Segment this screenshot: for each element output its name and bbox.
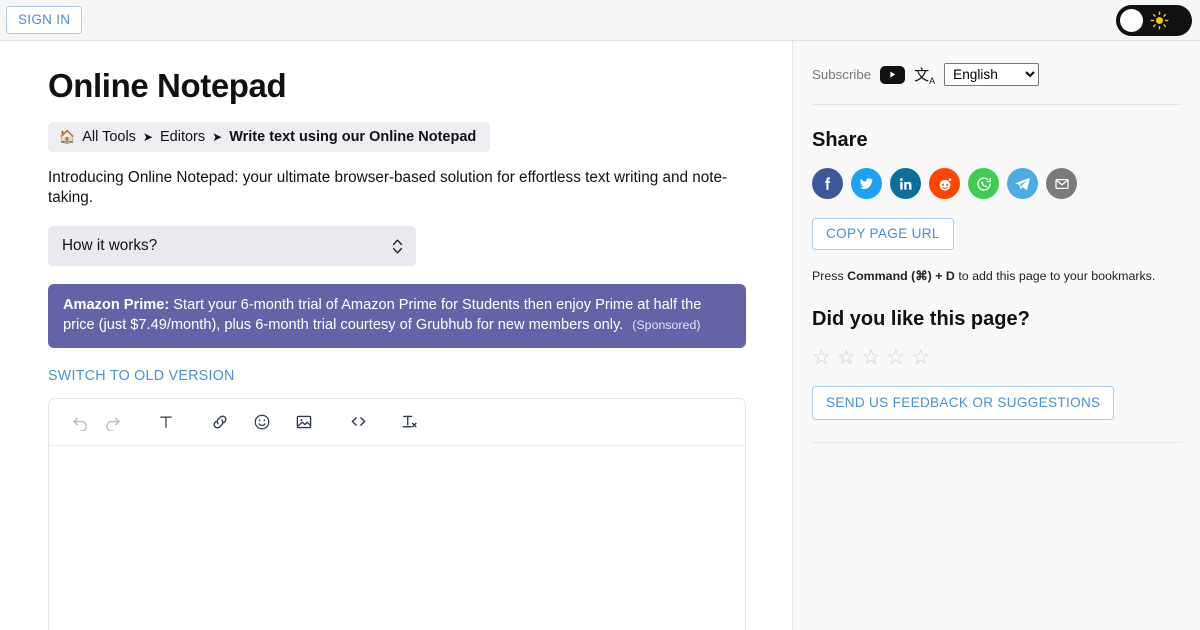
undo-icon[interactable] (64, 406, 96, 438)
notepad-editor (48, 398, 746, 630)
sidebar: Subscribe 文A English Share (792, 41, 1200, 630)
share-buttons (812, 168, 1200, 199)
how-it-works-dropdown[interactable]: How it works? (48, 226, 416, 266)
text-format-icon[interactable] (150, 406, 182, 438)
toggle-knob (1120, 9, 1143, 32)
share-reddit-icon[interactable] (929, 168, 960, 199)
send-feedback-button[interactable]: SEND US FEEDBACK OR SUGGESTIONS (812, 386, 1114, 420)
share-heading: Share (812, 129, 1200, 152)
emoji-icon[interactable] (246, 406, 278, 438)
chevron-up-down-icon (392, 238, 403, 255)
bookmark-hint: Press Command (⌘) + D to add this page t… (812, 268, 1200, 283)
subscribe-row: Subscribe 文A English (812, 63, 1200, 86)
sidebar-divider (812, 104, 1182, 105)
link-icon[interactable] (204, 406, 236, 438)
page-layout: Online Notepad 🏠 All Tools ➤ Editors ➤ W… (0, 41, 1200, 630)
breadcrumb-item-all-tools[interactable]: All Tools (82, 129, 136, 145)
share-whatsapp-icon[interactable] (968, 168, 999, 199)
bookmark-hint-prefix: Press (812, 269, 847, 283)
breadcrumb-item-editors[interactable]: Editors (160, 129, 205, 145)
translate-icon[interactable]: 文A (914, 64, 935, 86)
rating-heading: Did you like this page? (812, 308, 1200, 331)
clear-formatting-icon[interactable] (392, 406, 424, 438)
editor-textarea[interactable] (49, 446, 745, 630)
rating-star-4[interactable]: ☆ (886, 347, 905, 368)
image-icon[interactable] (288, 406, 320, 438)
breadcrumb-item-current: Write text using our Online Notepad (229, 129, 476, 145)
rating-star-1[interactable]: ☆ (812, 347, 831, 368)
sidebar-divider-bottom (812, 442, 1182, 443)
language-select[interactable]: English (944, 63, 1039, 86)
share-telegram-icon[interactable] (1007, 168, 1038, 199)
share-linkedin-icon[interactable] (890, 168, 921, 199)
light-mode-toggle[interactable] (1116, 5, 1192, 36)
share-twitter-icon[interactable] (851, 168, 882, 199)
sun-icon (1150, 11, 1169, 30)
bookmark-hint-suffix: to add this page to your bookmarks. (955, 269, 1155, 283)
rating-star-3[interactable]: ☆ (862, 347, 881, 368)
rating-star-2[interactable]: ☆ (837, 347, 856, 368)
sponsored-ad-banner[interactable]: Amazon Prime: Start your 6-month trial o… (48, 284, 746, 348)
ad-brand: Amazon Prime: (63, 297, 169, 313)
youtube-icon[interactable] (880, 66, 905, 84)
breadcrumb-separator-icon: ➤ (212, 130, 222, 144)
share-facebook-icon[interactable] (812, 168, 843, 199)
rating-stars: ☆ ☆ ☆ ☆ ☆ (812, 347, 1200, 368)
sign-in-button[interactable]: SIGN IN (6, 6, 82, 34)
main-content: Online Notepad 🏠 All Tools ➤ Editors ➤ W… (0, 41, 792, 630)
home-icon[interactable]: 🏠 (59, 129, 75, 145)
code-icon[interactable] (342, 406, 374, 438)
ad-sponsored-label: (Sponsored) (632, 318, 700, 332)
editor-toolbar (49, 399, 745, 446)
top-bar: SIGN IN (0, 0, 1200, 41)
breadcrumb: 🏠 All Tools ➤ Editors ➤ Write text using… (48, 122, 490, 152)
subscribe-label: Subscribe (812, 67, 871, 82)
share-email-icon[interactable] (1046, 168, 1077, 199)
intro-text: Introducing Online Notepad: your ultimat… (48, 168, 744, 207)
rating-star-5[interactable]: ☆ (911, 347, 930, 368)
how-it-works-label: How it works? (62, 237, 157, 255)
copy-page-url-button[interactable]: COPY PAGE URL (812, 218, 954, 250)
bookmark-hint-keys: Command (⌘) + D (847, 269, 955, 283)
page-title: Online Notepad (48, 67, 744, 105)
redo-icon[interactable] (96, 406, 128, 438)
breadcrumb-separator-icon: ➤ (143, 130, 153, 144)
switch-to-old-version-link[interactable]: SWITCH TO OLD VERSION (48, 368, 235, 384)
